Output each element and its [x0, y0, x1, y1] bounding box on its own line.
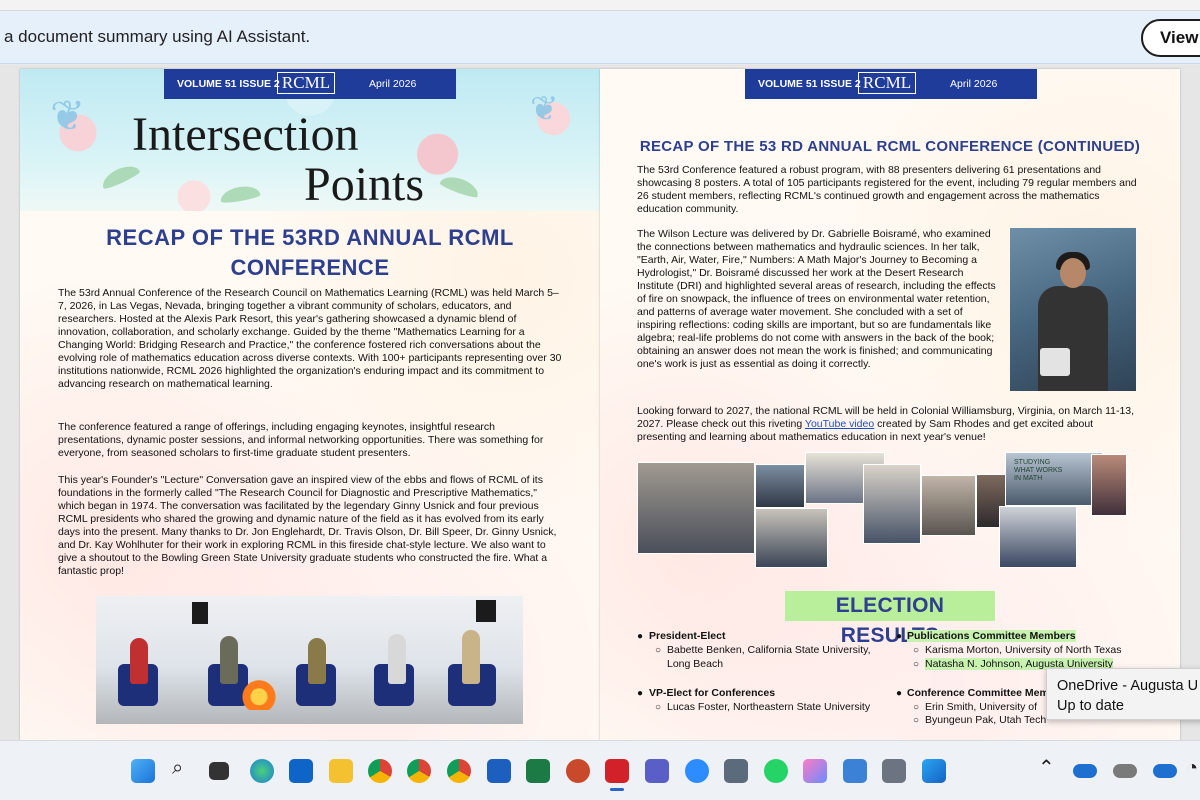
word-icon[interactable] [487, 759, 511, 783]
conference-photo [755, 464, 805, 508]
calculator-icon[interactable] [724, 759, 748, 783]
newsletter-page-left: ❦ ❦ Intersection Points VOLUME 51 ISSUE … [20, 69, 600, 740]
chrome-icon[interactable] [368, 759, 392, 783]
rcml-logo: RCML [277, 72, 335, 94]
acrobat-icon[interactable] [605, 759, 629, 783]
zoom-icon[interactable] [685, 759, 709, 783]
butterfly-icon: ❦ [50, 92, 86, 139]
onedrive-toast[interactable]: OneDrive - Augusta U Up to date [1046, 668, 1200, 720]
president-elect-label: President-Elect [649, 630, 726, 642]
conference-stats-paragraph: The 53rd Conference featured a robust pr… [637, 164, 1137, 215]
conference-photo [1091, 454, 1127, 516]
document-viewer[interactable]: ❦ ❦ Intersection Points VOLUME 51 ISSUE … [0, 65, 1200, 740]
conference-photo [637, 462, 755, 554]
teams-icon[interactable] [645, 759, 669, 783]
search-icon[interactable]: ⌕ [172, 757, 183, 780]
window-top-strip [0, 0, 1200, 11]
conference-photo [863, 464, 921, 544]
conference-committee-label: Conference Committee Mem [907, 687, 1049, 699]
chrome-icon[interactable] [407, 759, 431, 783]
paint-icon[interactable] [922, 759, 946, 783]
publications-member-name: Karisma Morton, University of North Texa… [925, 644, 1122, 656]
president-elect-name: Babette Benken, California State Univers… [667, 644, 871, 656]
powerpoint-icon[interactable] [566, 759, 590, 783]
continued-heading: RECAP OF THE 53 RD ANNUAL RCML CONFERENC… [639, 138, 1141, 155]
fireside-chat-photo [96, 596, 523, 724]
volume-bar: VOLUME 51 ISSUE 2 RCML April 2026 [164, 69, 456, 99]
masthead-title-line1: Intersection [132, 108, 359, 161]
masthead-title-line2: Points [304, 158, 425, 211]
onedrive-business-icon[interactable] [1153, 764, 1177, 778]
poster-text: STUDYING WHAT WORKS IN MATH [1014, 459, 1063, 482]
vp-elect-label: VP-Elect for Conferences [649, 687, 776, 699]
article-paragraph-2: The conference featured a range of offer… [58, 421, 544, 459]
windows-taskbar: ⌕ ⌃ ◔ [0, 740, 1200, 800]
volume-bar: VOLUME 51 ISSUE 2 RCML April 2026 [745, 69, 1037, 99]
vp-elect-name: Lucas Foster, Northeastern State Univers… [667, 701, 871, 713]
rcml-logo: RCML [858, 72, 916, 94]
wilson-lecture-photo [1010, 228, 1136, 391]
windows-start-icon[interactable] [131, 759, 155, 783]
fire-prop-icon [241, 666, 277, 710]
issue-date: April 2026 [369, 78, 417, 90]
onedrive-icon[interactable] [1073, 764, 1097, 778]
conference-photo: STUDYING WHAT WORKS IN MATH [1005, 452, 1103, 506]
conference-member-name: Erin Smith, University of [925, 701, 1038, 713]
file-explorer-icon[interactable] [329, 759, 353, 783]
youtube-video-link[interactable]: YouTube video [805, 418, 874, 430]
active-app-indicator [610, 788, 624, 791]
speaker-icon [192, 602, 208, 624]
photos-icon[interactable] [803, 759, 827, 783]
election-results-heading: ELECTION RESULTS [785, 591, 995, 647]
conference-photo [999, 506, 1077, 568]
conference-photo [755, 508, 828, 568]
article-paragraph-1: The 53rd Annual Conference of the Resear… [58, 287, 562, 390]
article-heading-line2: CONFERENCE [230, 255, 390, 280]
onedrive-toast-title: OneDrive - Augusta U [1057, 678, 1199, 694]
volume-label: VOLUME 51 ISSUE 2 [758, 78, 861, 90]
speaker-icon [476, 600, 496, 622]
conference-photo [921, 475, 976, 536]
network-icon[interactable]: ◔ [1186, 757, 1198, 780]
article-heading-line1: RECAP OF THE 53RD ANNUAL RCML [106, 225, 514, 250]
banner-message: a document summary using AI Assistant. [4, 27, 311, 46]
article-paragraph-3: This year's Founder's "Lecture" Conversa… [58, 474, 557, 577]
excel-icon[interactable] [526, 759, 550, 783]
next-conference-paragraph: Looking forward to 2027, the national RC… [637, 405, 1135, 443]
publications-committee-label: Publications Committee Members [907, 630, 1076, 642]
onedrive-personal-icon[interactable] [1113, 764, 1137, 778]
outlook-icon[interactable] [289, 759, 313, 783]
ai-assistant-banner: a document summary using AI Assistant. V… [0, 11, 1200, 64]
chevron-up-icon[interactable]: ⌃ [1038, 755, 1055, 780]
edge-icon[interactable] [250, 759, 274, 783]
wilson-lecture-paragraph: The Wilson Lecture was delivered by Dr. … [637, 228, 996, 370]
view-summary-button[interactable]: View [1141, 19, 1200, 57]
newsletter-page-right: VOLUME 51 ISSUE 2 RCML April 2026 RECAP … [600, 69, 1180, 740]
volume-label: VOLUME 51 ISSUE 2 [177, 78, 280, 90]
conference-member-name: Byungeun Pak, Utah Tech [925, 714, 1047, 726]
task-view-icon[interactable] [209, 762, 229, 780]
notepad-icon[interactable] [843, 759, 867, 783]
whatsapp-icon[interactable] [764, 759, 788, 783]
camera-icon[interactable] [882, 759, 906, 783]
issue-date: April 2026 [950, 78, 998, 90]
onedrive-toast-status: Up to date [1057, 698, 1124, 714]
butterfly-icon: ❦ [530, 90, 559, 128]
chrome-icon[interactable] [447, 759, 471, 783]
